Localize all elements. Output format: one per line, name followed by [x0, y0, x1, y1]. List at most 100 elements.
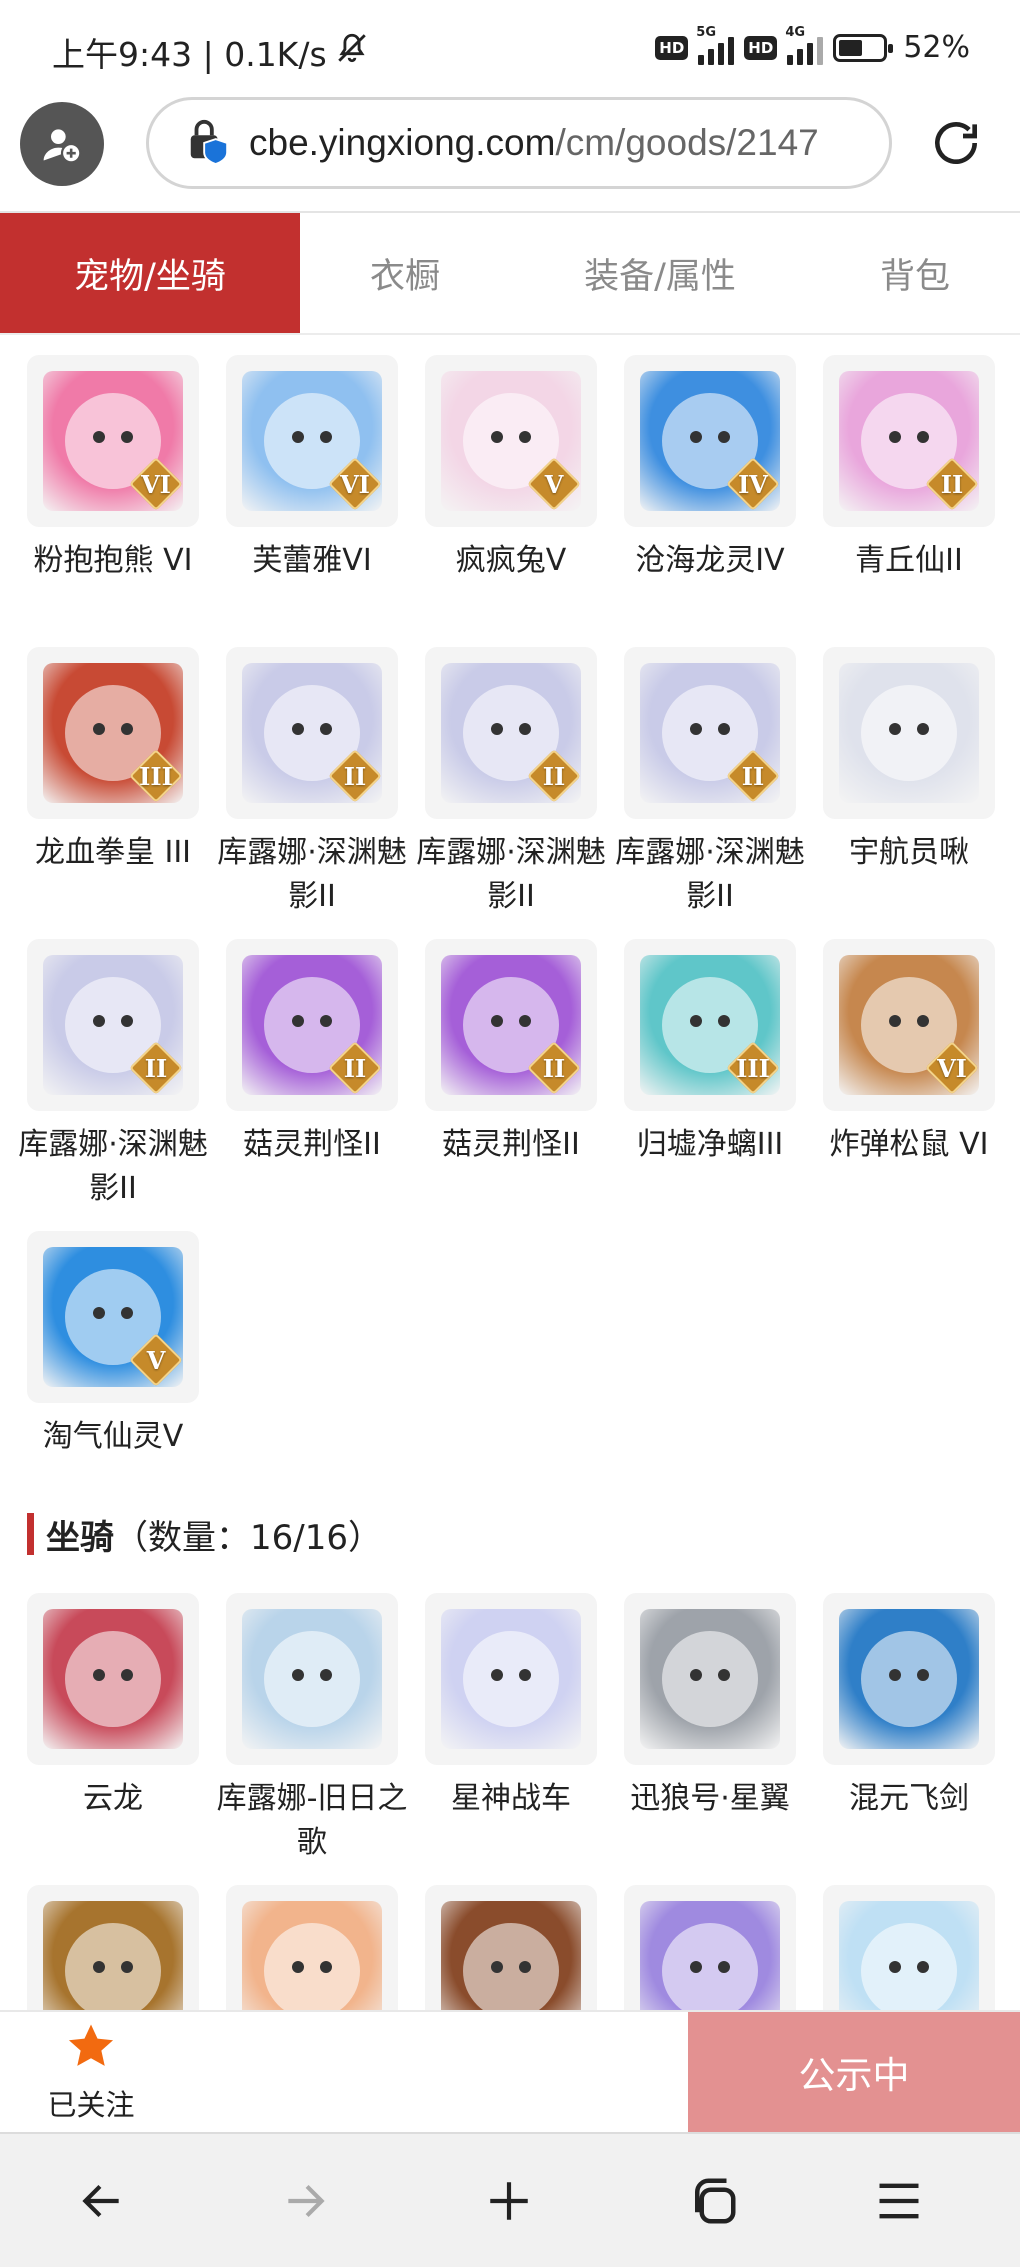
follow-label: 已关注 — [47, 2088, 135, 2122]
mount-item-image — [640, 1609, 780, 1749]
pet-item-name: 库露娜·深渊魅影II — [18, 1127, 208, 1206]
new-tab-plus-icon[interactable] — [474, 2166, 544, 2236]
mount-item-thumbnail[interactable] — [226, 1885, 398, 2010]
pet-item-name: 疯疯兔V — [455, 543, 567, 578]
pet-item-name: 归墟净螭III — [636, 1127, 784, 1162]
pet-item[interactable]: II 菇灵荆怪II — [226, 919, 398, 1211]
rank-badge: IV — [726, 457, 780, 511]
menu-icon[interactable] — [864, 2166, 934, 2236]
rank-badge: II — [129, 1041, 183, 1095]
pet-item-thumbnail[interactable] — [823, 647, 995, 819]
mount-item-thumbnail[interactable] — [823, 1593, 995, 1765]
mount-item-thumbnail[interactable] — [425, 1885, 597, 2010]
pet-item-thumbnail[interactable]: VI — [226, 355, 398, 527]
profile-add-icon[interactable] — [20, 102, 104, 186]
mount-item[interactable] — [624, 1865, 796, 2010]
tab-pets-mounts[interactable]: 宠物/坐骑 — [0, 213, 300, 333]
pet-item-thumbnail[interactable]: II — [27, 939, 199, 1111]
pet-item[interactable]: II 库露娜·深渊魅影II — [615, 627, 805, 919]
pet-item[interactable]: II 菇灵荆怪II — [425, 919, 597, 1211]
time-speed-text: 上午9:43 | 0.1K/s — [52, 35, 327, 74]
pet-item[interactable]: II 库露娜·深渊魅影II — [18, 919, 208, 1211]
url-field[interactable]: cbe.yingxiong.com/cm/goods/2147 — [146, 97, 892, 189]
pet-item[interactable]: V 疯疯兔V — [425, 335, 597, 627]
pet-item[interactable]: II 青丘仙II — [823, 335, 995, 627]
pet-item[interactable]: V 淘气仙灵V — [27, 1211, 199, 1459]
pet-item-name: 龙血拳皇 III — [34, 835, 192, 870]
mount-item-thumbnail[interactable] — [226, 1593, 398, 1765]
mount-item[interactable]: 云龙 — [27, 1573, 199, 1865]
reload-icon[interactable] — [928, 115, 984, 171]
mount-item[interactable]: 星神战车 — [425, 1573, 597, 1865]
pet-item-thumbnail[interactable]: VI — [27, 355, 199, 527]
url-text[interactable]: cbe.yingxiong.com/cm/goods/2147 — [249, 122, 819, 164]
mount-item[interactable]: 迅狼号·星翼 — [624, 1573, 796, 1865]
mount-title: 坐骑 — [46, 1517, 114, 1558]
notice-button[interactable]: 公示中 — [688, 2012, 1020, 2132]
pet-item-thumbnail[interactable]: II — [425, 939, 597, 1111]
tab-equipment[interactable]: 装备/属性 — [510, 213, 810, 333]
action-bar: 已关注 公示中 — [0, 2010, 1020, 2132]
pet-item[interactable]: VI 芙蕾雅VI — [226, 335, 398, 627]
rank-badge: VI — [328, 457, 382, 511]
mount-item-name: 混元飞剑 — [849, 1781, 969, 1816]
pet-item[interactable]: III 归墟净螭III — [624, 919, 796, 1211]
mount-item[interactable] — [425, 1865, 597, 2010]
mount-item[interactable]: 库露娜-旧日之歌 — [217, 1573, 407, 1865]
mount-item-thumbnail[interactable] — [823, 1885, 995, 2010]
tab-backpack[interactable]: 背包 — [810, 213, 1020, 333]
mount-item-image — [441, 1609, 581, 1749]
back-arrow-icon[interactable] — [67, 2166, 137, 2236]
star-icon[interactable] — [63, 2020, 119, 2078]
mount-grid: 云龙 库露娜-旧日之歌 星神战车 迅狼号·星翼 混元飞剑 — [0, 1573, 1020, 2010]
mount-item-thumbnail[interactable] — [425, 1593, 597, 1765]
pet-item[interactable]: VI 粉抱抱熊 VI — [27, 335, 199, 627]
pet-item[interactable]: 宇航员啾 — [823, 627, 995, 919]
pet-item-thumbnail[interactable]: IV — [624, 355, 796, 527]
pet-item-thumbnail[interactable]: VI — [823, 939, 995, 1111]
pet-grid: VI 粉抱抱熊 VI VI 芙蕾雅VI V 疯疯兔V IV 沧海龙灵IV II 青丘仙II III 龙… — [0, 335, 1020, 1459]
tabs-icon[interactable] — [678, 2166, 748, 2236]
tab-wardrobe[interactable]: 衣橱 — [300, 213, 510, 333]
pet-item-thumbnail[interactable]: V — [27, 1231, 199, 1403]
pet-item[interactable]: III 龙血拳皇 III — [27, 627, 199, 919]
pet-item-thumbnail[interactable]: III — [624, 939, 796, 1111]
pet-item[interactable]: VI 炸弹松鼠 VI — [823, 919, 995, 1211]
pet-item-thumbnail[interactable]: II — [425, 647, 597, 819]
mount-section-title: 坐骑 （数量：16/16） — [27, 1511, 1020, 1558]
pet-item-thumbnail[interactable]: V — [425, 355, 597, 527]
pet-item-name: 炸弹松鼠 VI — [829, 1127, 989, 1162]
mount-item-thumbnail[interactable] — [27, 1885, 199, 2010]
pet-item-name: 宇航员啾 — [849, 835, 969, 870]
forward-arrow-icon[interactable] — [270, 2166, 340, 2236]
signal-4g-icon: 4G — [785, 25, 824, 65]
mount-item-thumbnail[interactable] — [624, 1885, 796, 2010]
rank-badge: II — [925, 457, 979, 511]
pet-item-name: 菇灵荆怪II — [243, 1127, 381, 1162]
mount-item-image — [242, 1901, 382, 2010]
pet-item[interactable]: II 库露娜·深渊魅影II — [217, 627, 407, 919]
pet-item-thumbnail[interactable]: III — [27, 647, 199, 819]
pet-item-name: 粉抱抱熊 VI — [33, 543, 193, 578]
mount-item[interactable] — [27, 1865, 199, 2010]
lock-shield-icon[interactable] — [185, 116, 231, 170]
url-host: cbe.yingxiong.com — [249, 122, 556, 163]
status-indicators: HD 5G HD 4G 52% — [655, 25, 970, 65]
pet-item-thumbnail[interactable]: II — [624, 647, 796, 819]
follow-button[interactable]: 已关注 — [36, 2020, 146, 2124]
mount-item-thumbnail[interactable] — [624, 1593, 796, 1765]
pet-item-name: 芙蕾雅VI — [252, 543, 372, 578]
mount-item[interactable] — [823, 1865, 995, 2010]
pet-item-thumbnail[interactable]: II — [226, 939, 398, 1111]
pet-item[interactable]: IV 沧海龙灵IV — [624, 335, 796, 627]
rank-badge: V — [129, 1333, 183, 1387]
mount-item[interactable]: 混元飞剑 — [823, 1573, 995, 1865]
pet-item-name: 菇灵荆怪II — [442, 1127, 580, 1162]
battery-percent: 52% — [903, 30, 970, 65]
pet-item-thumbnail[interactable]: II — [226, 647, 398, 819]
mount-item-thumbnail[interactable] — [27, 1593, 199, 1765]
hd-badge: HD — [655, 35, 689, 60]
pet-item-thumbnail[interactable]: II — [823, 355, 995, 527]
pet-item[interactable]: II 库露娜·深渊魅影II — [416, 627, 606, 919]
mount-item[interactable] — [226, 1865, 398, 2010]
